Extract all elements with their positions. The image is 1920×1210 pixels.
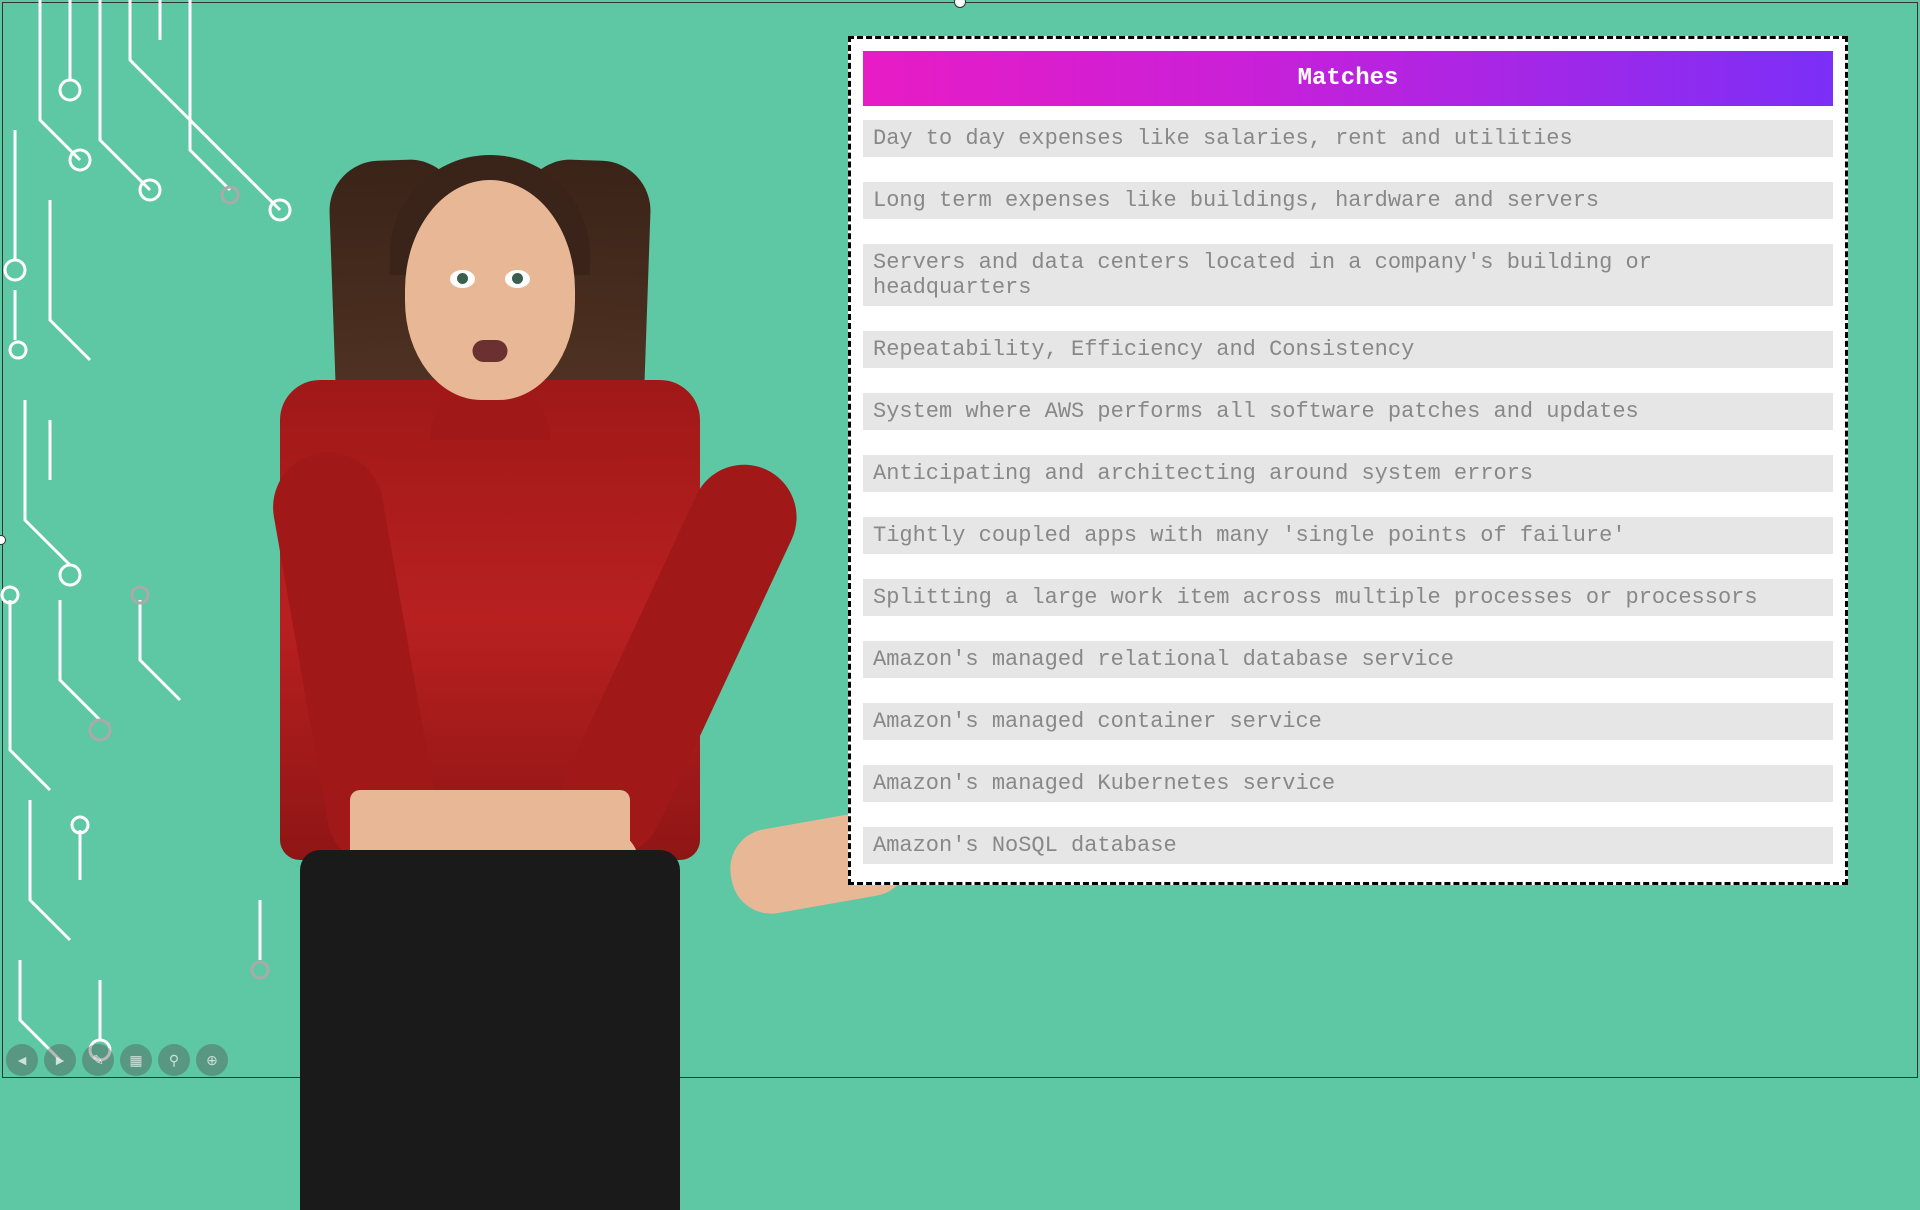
match-item[interactable]: Tightly coupled apps with many 'single p… [863,517,1833,554]
matches-panel: Matches Day to day expenses like salarie… [848,36,1848,885]
match-item[interactable]: Amazon's NoSQL database [863,827,1833,864]
layout-button[interactable]: ▦ [120,1044,152,1076]
match-item[interactable]: System where AWS performs all software p… [863,393,1833,430]
match-item[interactable]: Day to day expenses like salaries, rent … [863,120,1833,157]
match-item[interactable]: Long term expenses like buildings, hardw… [863,182,1833,219]
fit-button[interactable]: ⊕ [196,1044,228,1076]
match-item[interactable]: Amazon's managed Kubernetes service [863,765,1833,802]
match-item[interactable]: Amazon's managed relational database ser… [863,641,1833,678]
match-item[interactable]: Amazon's managed container service [863,703,1833,740]
next-slide-button[interactable]: ► [44,1044,76,1076]
pen-tool-button[interactable]: ✎ [82,1044,114,1076]
match-item[interactable]: Splitting a large work item across multi… [863,579,1833,616]
prev-slide-button[interactable]: ◄ [6,1044,38,1076]
match-item[interactable]: Servers and data centers located in a co… [863,244,1833,306]
top-notch-decoration [954,0,966,8]
side-notch-decoration [0,535,6,545]
match-item[interactable]: Repeatability, Efficiency and Consistenc… [863,331,1833,368]
presentation-toolbar: ◄ ► ✎ ▦ ⚲ ⊕ [6,1044,228,1076]
match-item[interactable]: Anticipating and architecting around sys… [863,455,1833,492]
video-presenter [130,15,850,1080]
zoom-button[interactable]: ⚲ [158,1044,190,1076]
matches-header: Matches [863,51,1833,106]
